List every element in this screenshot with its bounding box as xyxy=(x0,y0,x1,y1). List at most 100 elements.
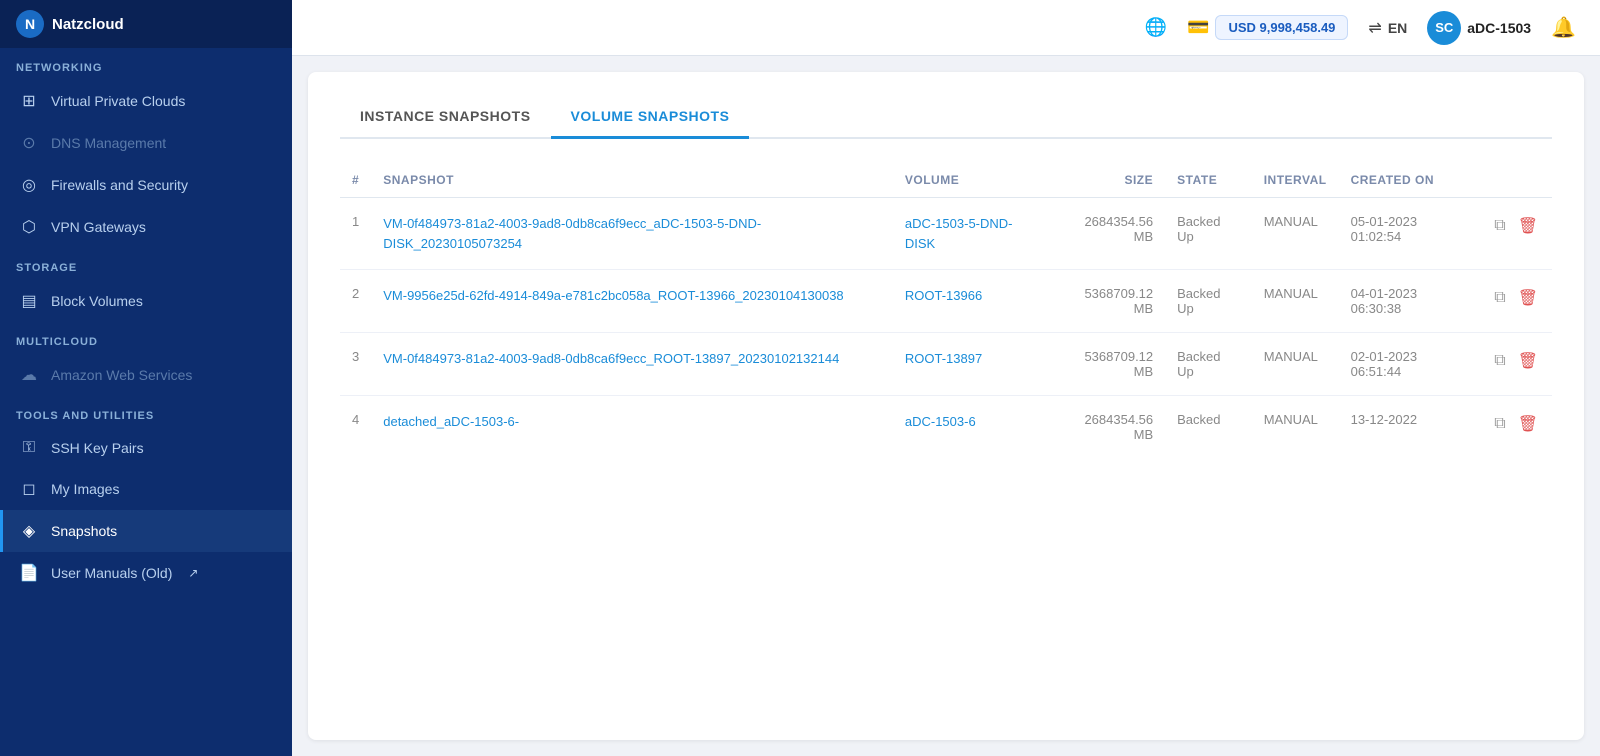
sidebar-item-firewalls-security[interactable]: ◎ Firewalls and Security xyxy=(0,164,292,206)
cell-created-on: 13-12-2022 xyxy=(1339,396,1481,459)
sidebar-item-ssh-key-pairs[interactable]: ⚿ SSH Key Pairs xyxy=(0,428,292,468)
sidebar-item-virtual-private-clouds[interactable]: ⊞ Virtual Private Clouds xyxy=(0,80,292,122)
sidebar-item-label: Virtual Private Clouds xyxy=(51,93,185,109)
cell-num: 4 xyxy=(340,396,371,459)
snapshots-table: # SNAPSHOT VOLUME SIZE STATE INTERVAL CR… xyxy=(340,163,1552,458)
sidebar-item-aws: ☁ Amazon Web Services xyxy=(0,354,292,396)
volume-link[interactable]: aDC-1503-6 xyxy=(905,414,976,429)
cell-state: Backed Up xyxy=(1165,270,1252,333)
language-label: EN xyxy=(1388,20,1407,36)
vpn-icon: ⬡ xyxy=(19,217,39,237)
cell-created-on: 02-01-2023 06:51:44 xyxy=(1339,333,1481,396)
user-profile-item[interactable]: SC aDC-1503 xyxy=(1427,11,1531,45)
cell-state: Backed xyxy=(1165,396,1252,459)
tab-volume-snapshots[interactable]: VOLUME SNAPSHOTS xyxy=(551,96,750,139)
col-header-size: SIZE xyxy=(1051,163,1166,198)
delete-button[interactable]: 🗑 xyxy=(1516,412,1540,436)
balance-icon: 💳 xyxy=(1187,17,1209,38)
topbar: 🌐 💳 USD 9,998,458.49 ⇌ EN SC aDC-1503 🔔 xyxy=(292,0,1600,56)
cell-num: 2 xyxy=(340,270,371,333)
cell-volume: ROOT-13897 xyxy=(893,333,1051,396)
cell-state: Backed Up xyxy=(1165,198,1252,270)
cell-snapshot: detached_aDC-1503-6- xyxy=(371,396,893,459)
volume-link[interactable]: ROOT-13966 xyxy=(905,288,982,303)
cell-actions: ⧉ 🗑 xyxy=(1480,333,1552,396)
cell-interval: MANUAL xyxy=(1252,333,1339,396)
col-header-interval: INTERVAL xyxy=(1252,163,1339,198)
content-area: INSTANCE SNAPSHOTS VOLUME SNAPSHOTS # SN… xyxy=(308,72,1584,740)
sidebar-item-user-manuals[interactable]: 📄 User Manuals (Old) ↗ xyxy=(0,552,292,594)
copy-button[interactable]: ⧉ xyxy=(1492,215,1507,237)
cell-size: 5368709.12 MB xyxy=(1051,270,1166,333)
cell-volume: aDC-1503-5-DND-DISK xyxy=(893,198,1051,270)
cell-interval: MANUAL xyxy=(1252,198,1339,270)
sidebar-item-my-images[interactable]: ◻ My Images xyxy=(0,468,292,510)
section-label-multicloud: MULTICLOUD xyxy=(0,322,292,354)
globe-language-item[interactable]: 🌐 xyxy=(1145,17,1167,38)
volume-link[interactable]: ROOT-13897 xyxy=(905,351,982,366)
snapshots-table-wrap: # SNAPSHOT VOLUME SIZE STATE INTERVAL CR… xyxy=(340,163,1552,458)
sidebar-item-vpn-gateways[interactable]: ⬡ VPN Gateways xyxy=(0,206,292,248)
cell-created-on: 04-01-2023 06:30:38 xyxy=(1339,270,1481,333)
snapshot-link[interactable]: VM-0f484973-81a2-4003-9ad8-0db8ca6f9ecc_… xyxy=(383,216,761,251)
section-label-storage: STORAGE xyxy=(0,248,292,280)
copy-button[interactable]: ⧉ xyxy=(1492,287,1507,309)
server-icon: ⊞ xyxy=(19,91,39,111)
avatar: SC xyxy=(1427,11,1461,45)
sidebar-item-label: Block Volumes xyxy=(51,293,143,309)
key-icon: ⚿ xyxy=(19,439,39,457)
cell-size: 2684354.56 MB xyxy=(1051,396,1166,459)
snapshot-link[interactable]: VM-0f484973-81a2-4003-9ad8-0db8ca6f9ecc_… xyxy=(383,351,839,366)
cell-num: 3 xyxy=(340,333,371,396)
snapshot-tabs: INSTANCE SNAPSHOTS VOLUME SNAPSHOTS xyxy=(340,96,1552,139)
sidebar-item-label: DNS Management xyxy=(51,135,166,151)
table-row: 4 detached_aDC-1503-6- aDC-1503-6 268435… xyxy=(340,396,1552,459)
delete-button[interactable]: 🗑 xyxy=(1516,214,1540,238)
table-header-row: # SNAPSHOT VOLUME SIZE STATE INTERVAL CR… xyxy=(340,163,1552,198)
copy-button[interactable]: ⧉ xyxy=(1492,350,1507,372)
external-link-icon: ↗ xyxy=(188,566,198,580)
sidebar-item-block-volumes[interactable]: ▤ Block Volumes xyxy=(0,280,292,322)
globe-topbar-icon: 🌐 xyxy=(1145,17,1167,38)
cell-size: 2684354.56 MB xyxy=(1051,198,1166,270)
sidebar-item-label: SSH Key Pairs xyxy=(51,440,144,456)
cell-volume: ROOT-13966 xyxy=(893,270,1051,333)
notification-bell[interactable]: 🔔 xyxy=(1551,15,1576,40)
logo-title: Natzcloud xyxy=(52,16,124,33)
cell-snapshot: VM-9956e25d-62fd-4914-849a-e781c2bc058a_… xyxy=(371,270,893,333)
balance-value: USD 9,998,458.49 xyxy=(1215,15,1348,40)
sidebar-item-label: Snapshots xyxy=(51,523,117,539)
col-header-num: # xyxy=(340,163,371,198)
snapshot-link[interactable]: detached_aDC-1503-6- xyxy=(383,414,519,429)
sidebar-item-label: Amazon Web Services xyxy=(51,367,192,383)
shield-icon: ◎ xyxy=(19,175,39,195)
section-label-networking: NETWORKING xyxy=(0,48,292,80)
col-header-actions xyxy=(1480,163,1552,198)
volume-link[interactable]: aDC-1503-5-DND-DISK xyxy=(905,216,1013,251)
cell-state: Backed Up xyxy=(1165,333,1252,396)
tab-instance-snapshots[interactable]: INSTANCE SNAPSHOTS xyxy=(340,96,551,139)
col-header-volume: VOLUME xyxy=(893,163,1051,198)
volume-icon: ▤ xyxy=(19,291,39,311)
copy-button[interactable]: ⧉ xyxy=(1492,413,1507,435)
cell-interval: MANUAL xyxy=(1252,396,1339,459)
snapshot-link[interactable]: VM-9956e25d-62fd-4914-849a-e781c2bc058a_… xyxy=(383,288,843,303)
language-item[interactable]: ⇌ EN xyxy=(1368,18,1407,38)
cell-snapshot: VM-0f484973-81a2-4003-9ad8-0db8ca6f9ecc_… xyxy=(371,198,893,270)
cell-size: 5368709.12 MB xyxy=(1051,333,1166,396)
sidebar-item-snapshots[interactable]: ◈ Snapshots xyxy=(0,510,292,552)
delete-button[interactable]: 🗑 xyxy=(1516,286,1540,310)
balance-item[interactable]: 💳 USD 9,998,458.49 xyxy=(1187,15,1348,40)
cell-actions: ⧉ 🗑 xyxy=(1480,198,1552,270)
sidebar-item-label: Firewalls and Security xyxy=(51,177,188,193)
translate-icon: ⇌ xyxy=(1368,18,1381,38)
col-header-created-on: CREATED ON xyxy=(1339,163,1481,198)
section-label-tools: TOOLS AND UTILITIES xyxy=(0,396,292,428)
cell-num: 1 xyxy=(340,198,371,270)
delete-button[interactable]: 🗑 xyxy=(1516,349,1540,373)
table-row: 3 VM-0f484973-81a2-4003-9ad8-0db8ca6f9ec… xyxy=(340,333,1552,396)
image-icon: ◻ xyxy=(19,479,39,499)
cell-interval: MANUAL xyxy=(1252,270,1339,333)
col-header-state: STATE xyxy=(1165,163,1252,198)
sidebar-item-dns-management: ⊙ DNS Management xyxy=(0,122,292,164)
